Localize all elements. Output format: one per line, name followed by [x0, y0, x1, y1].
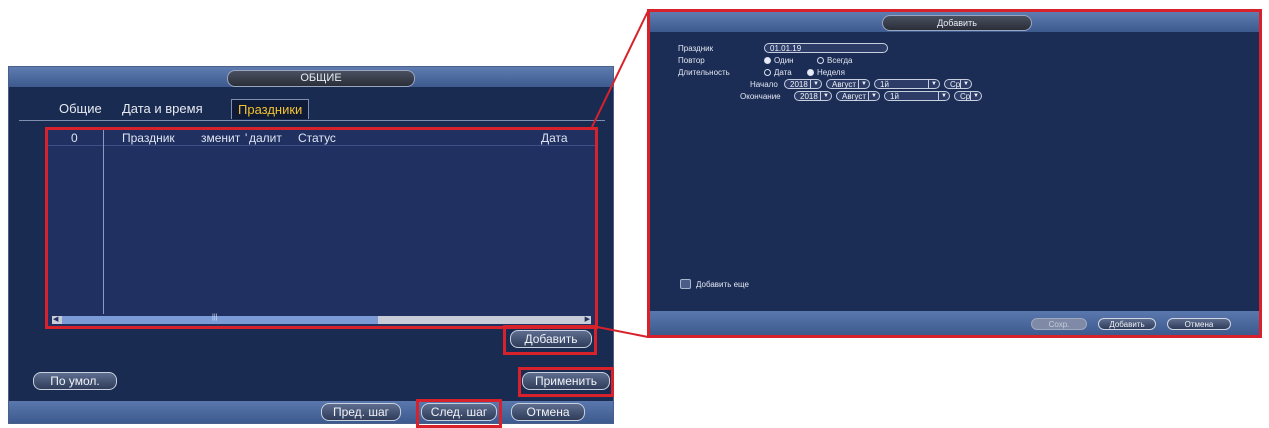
save-button[interactable]: Сохр. [1031, 318, 1087, 330]
chevron-down-icon: ▼ [928, 80, 937, 89]
end-week-value: 1й [890, 92, 899, 101]
add-more-label: Добавить еще [696, 280, 749, 289]
holiday-name-input[interactable]: 01.01.19 [764, 43, 888, 53]
chevron-down-icon: ▼ [820, 92, 829, 101]
column-edit: зменит [201, 131, 241, 145]
chevron-down-icon: ▼ [938, 92, 947, 101]
prev-step-button[interactable]: Пред. шаг [321, 403, 401, 421]
radio-selected-icon [807, 69, 814, 76]
table-header: 0 Праздник зменит ' далит Статус Дата [48, 130, 595, 145]
column-index: 0 [71, 131, 78, 145]
start-week-select[interactable]: 1й ▼ [874, 79, 940, 89]
cancel-button[interactable]: Отмена [511, 403, 585, 421]
holidays-table: 0 Праздник зменит ' далит Статус Дата ◀ … [45, 127, 598, 329]
duration-week-label: Неделя [817, 68, 845, 77]
dialog-title: Добавить [882, 15, 1032, 31]
add-more-checkbox[interactable] [680, 279, 691, 289]
repeat-always-radio[interactable]: Всегда [817, 56, 852, 65]
header-divider [48, 145, 595, 146]
add-button[interactable]: Добавить [1098, 318, 1156, 330]
scroll-thumb[interactable]: ||| [62, 314, 378, 324]
column-divider [103, 130, 104, 314]
repeat-label: Повтор [678, 56, 705, 65]
general-settings-window: ОБЩИЕ Общие Дата и время Праздники 0 Пра… [8, 66, 614, 428]
start-month-select[interactable]: Август ▼ [826, 79, 870, 89]
repeat-once-label: Один [774, 56, 794, 65]
chevron-down-icon: ▼ [810, 80, 819, 89]
chevron-down-icon: ▼ [970, 92, 979, 101]
default-button[interactable]: По умол. [33, 372, 117, 390]
repeat-once-radio[interactable]: Один [764, 56, 794, 65]
next-step-button[interactable]: След. шаг [421, 403, 497, 421]
start-year-select[interactable]: 2018 ▼ [784, 79, 822, 89]
add-holiday-dialog: Добавить Праздник 01.01.19 Повтор Один В… [647, 9, 1262, 338]
repeat-always-label: Всегда [827, 56, 853, 65]
cancel-button[interactable]: Отмена [1167, 318, 1231, 330]
radio-unselected-icon [764, 69, 771, 76]
chevron-down-icon: ▼ [868, 92, 877, 101]
start-week-value: 1й [880, 80, 889, 89]
duration-week-radio[interactable]: Неделя [807, 68, 845, 77]
column-delete: далит [249, 131, 282, 145]
end-year-value: 2018 [800, 92, 818, 101]
radio-selected-icon [764, 57, 771, 64]
tab-general[interactable]: Общие [59, 101, 102, 116]
horizontal-scrollbar[interactable]: ◀ ||| ▶ [52, 314, 591, 324]
tab-holidays[interactable]: Праздники [231, 99, 310, 119]
column-status: Статус [298, 131, 336, 145]
bottom-bar: Пред. шаг След. шаг Отмена [9, 399, 613, 428]
end-week-select[interactable]: 1й ▼ [884, 91, 950, 101]
end-year-select[interactable]: 2018 ▼ [794, 91, 832, 101]
column-separator: ' [245, 131, 248, 145]
holiday-label: Праздник [678, 44, 714, 53]
column-holiday: Праздник [122, 131, 175, 145]
dialog-bottom-bar: Сохр. Добавить Отмена [650, 311, 1259, 335]
radio-unselected-icon [817, 57, 824, 64]
end-month-value: Август [842, 92, 867, 101]
scroll-left-icon[interactable]: ◀ [53, 315, 58, 323]
duration-date-label: Дата [774, 68, 792, 77]
dialog-title-bar: Добавить [650, 12, 1259, 32]
duration-label: Длительность [678, 68, 730, 77]
end-month-select[interactable]: Август ▼ [836, 91, 880, 101]
title-bar: ОБЩИЕ [9, 67, 613, 87]
chevron-down-icon: ▼ [960, 80, 969, 89]
start-month-value: Август [832, 80, 857, 89]
scroll-right-icon[interactable]: ▶ [585, 315, 590, 323]
end-label: Окончание [740, 92, 781, 101]
start-day-value: Ср [950, 80, 961, 89]
chevron-down-icon: ▼ [858, 80, 867, 89]
column-date: Дата [541, 131, 568, 145]
tab-divider [19, 120, 605, 121]
window-title: ОБЩИЕ [227, 70, 415, 87]
duration-date-radio[interactable]: Дата [764, 68, 792, 77]
end-day-value: Ср [960, 92, 971, 101]
start-year-value: 2018 [790, 80, 808, 89]
start-day-select[interactable]: Ср ▼ [944, 79, 972, 89]
add-button[interactable]: Добавить [510, 330, 592, 348]
start-label: Начало [750, 80, 778, 89]
end-day-select[interactable]: Ср ▼ [954, 91, 982, 101]
scroll-grip: ||| [212, 314, 218, 321]
tab-date-time[interactable]: Дата и время [122, 101, 203, 116]
apply-button[interactable]: Применить [522, 372, 610, 390]
